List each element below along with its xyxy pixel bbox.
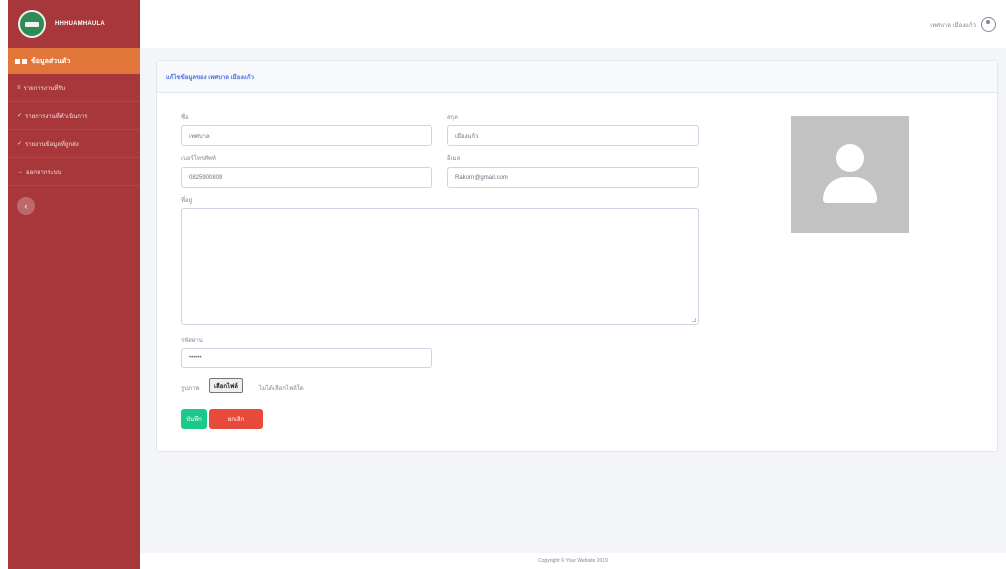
email-value: Rakorn@gmail.com	[455, 174, 508, 181]
grid-icon	[22, 58, 27, 64]
phone-value: 0825900809	[189, 174, 223, 181]
last-name-value: เมืองแก้ว	[455, 133, 479, 140]
resize-handle[interactable]	[692, 318, 696, 322]
sidebar-item-logout[interactable]: → ออกจากระบบ	[8, 158, 140, 186]
brand-name: HHHUAMHAULA	[55, 21, 105, 27]
phone-label: เบอร์โทรศัพท์	[181, 156, 216, 162]
choose-file-label: เลือกไฟล์	[214, 383, 238, 390]
email-field[interactable]: Rakorn@gmail.com	[447, 167, 699, 188]
sidebar-item-in-progress-jobs[interactable]: ✓ รายการงานที่ดำเนินการ	[8, 102, 140, 130]
address-textarea[interactable]	[181, 208, 699, 325]
user-silhouette-body	[823, 177, 877, 203]
logout-icon: →	[17, 168, 23, 175]
user-avatar-icon	[981, 17, 996, 32]
sidebar-item-label: ข้อมูลส่วนตัว	[31, 57, 71, 65]
user-silhouette-icon	[836, 144, 864, 172]
first-name-field[interactable]: เทศบาล	[181, 125, 432, 146]
grid-icon	[15, 58, 20, 64]
password-value: ••••••	[189, 355, 202, 361]
sidebar-item-label: ออกจากระบบ	[26, 169, 62, 176]
sidebar-item-sent-reports[interactable]: ✓ รายงานข้อมูลที่ถูกส่ง	[8, 130, 140, 158]
email-label: อีเมล	[447, 156, 461, 162]
sidebar-item-received-jobs[interactable]: ≡ รายการงานที่รับ	[8, 74, 140, 102]
sidebar-item-label: รายการงานที่รับ	[23, 85, 66, 92]
chevron-left-icon: ‹	[24, 201, 28, 211]
choose-file-button[interactable]: เลือกไฟล์	[209, 378, 243, 393]
cancel-button[interactable]: ยกเลิก	[209, 409, 263, 429]
footer: Copyright © Your Website 2019	[140, 553, 1006, 569]
sidebar-item-label: รายงานข้อมูลที่ถูกส่ง	[25, 141, 79, 148]
profile-photo-placeholder	[791, 116, 909, 233]
list-icon: ≡	[17, 84, 21, 91]
address-label: ที่อยู่	[181, 198, 193, 204]
brand-logo	[18, 10, 46, 38]
card-title: แก้ไขข้อมูลของ เทศบาล เมืองแก้ว	[157, 61, 997, 93]
first-name-value: เทศบาล	[189, 133, 210, 140]
sidebar: HHHUAMHAULA ข้อมูลส่วนตัว ≡ รายการงานที่…	[8, 0, 140, 569]
image-label: รูปภาพ	[181, 386, 200, 392]
password-field[interactable]: ••••••	[181, 348, 432, 368]
check-icon: ✓	[17, 113, 23, 119]
sidebar-item-label: รายการงานที่ดำเนินการ	[25, 113, 88, 120]
topbar: เทศบาล เมืองแก้ว	[140, 0, 1006, 48]
save-button[interactable]: บันทึก	[181, 409, 207, 429]
sidebar-item-profile[interactable]: ข้อมูลส่วนตัว	[8, 48, 140, 74]
phone-field[interactable]: 0825900809	[181, 167, 432, 188]
file-status: ไม่ได้เลือกไฟล์ใด	[259, 386, 304, 392]
first-name-label: ชื่อ	[181, 115, 189, 121]
user-menu[interactable]: เทศบาล เมืองแก้ว	[930, 17, 996, 32]
cancel-label: ยกเลิก	[227, 417, 245, 423]
last-name-label: สกุล	[447, 115, 458, 121]
sidebar-brand[interactable]: HHHUAMHAULA	[8, 0, 140, 48]
password-label: รหัสผ่าน	[181, 338, 203, 344]
sidebar-toggle-button[interactable]: ‹	[17, 197, 35, 215]
check-icon: ✓	[17, 141, 23, 147]
copyright-text: Copyright © Your Website 2019	[538, 558, 608, 564]
last-name-field[interactable]: เมืองแก้ว	[447, 125, 699, 146]
user-name: เทศบาล เมืองแก้ว	[930, 22, 976, 29]
save-label: บันทึก	[186, 417, 202, 423]
